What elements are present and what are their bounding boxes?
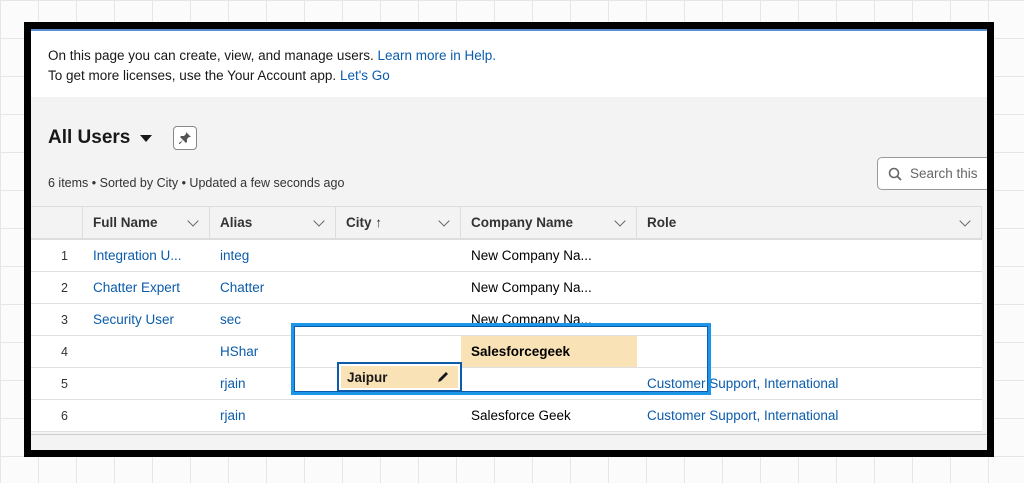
table-row: 1 Integration U... integ New Company Na... bbox=[31, 240, 982, 272]
full-name-cell[interactable] bbox=[83, 336, 210, 367]
alias-cell[interactable]: Chatter bbox=[210, 272, 336, 303]
alias-cell[interactable]: rjain bbox=[210, 400, 336, 431]
row-number: 6 bbox=[61, 408, 68, 423]
city-cell bbox=[336, 400, 461, 431]
column-header-alias[interactable]: Alias bbox=[210, 207, 336, 238]
pencil-icon[interactable] bbox=[436, 370, 450, 384]
role-cell[interactable] bbox=[637, 272, 982, 303]
info-banner: On this page you can create, view, and m… bbox=[31, 29, 987, 97]
list-view-title[interactable]: All Users bbox=[48, 127, 130, 149]
list-meta: 6 items • Sorted by City • Updated a few… bbox=[48, 176, 345, 190]
chevron-down-icon[interactable] bbox=[187, 214, 199, 227]
row-number: 4 bbox=[61, 344, 68, 359]
full-name-cell[interactable] bbox=[83, 400, 210, 431]
users-table: Full Name Alias City ↑ Company Name Role… bbox=[31, 206, 982, 432]
license-text: To get more licenses, use the Your Accou… bbox=[48, 68, 337, 83]
search-placeholder: Search this bbox=[910, 166, 978, 181]
table-footer bbox=[31, 434, 987, 450]
list-view-dropdown-icon[interactable] bbox=[140, 135, 152, 142]
row-number-header bbox=[31, 207, 83, 238]
chevron-down-icon[interactable] bbox=[313, 214, 325, 227]
column-header-full-name[interactable]: Full Name bbox=[83, 207, 210, 238]
city-value: Jaipur bbox=[347, 369, 388, 385]
role-cell[interactable]: Customer Support, International bbox=[637, 400, 982, 431]
column-header-role[interactable]: Role bbox=[637, 207, 982, 238]
search-icon bbox=[888, 167, 902, 181]
role-cell[interactable] bbox=[637, 240, 982, 271]
column-header-company-name[interactable]: Company Name bbox=[461, 207, 637, 238]
lets-go-link[interactable]: Let's Go bbox=[340, 68, 390, 83]
chevron-down-icon[interactable] bbox=[959, 214, 971, 227]
search-input[interactable]: Search this bbox=[877, 157, 987, 190]
pin-icon bbox=[179, 132, 191, 144]
city-cell bbox=[336, 272, 461, 303]
full-name-cell[interactable]: Security User bbox=[83, 304, 210, 335]
chevron-down-icon[interactable] bbox=[614, 214, 626, 227]
row-number: 1 bbox=[61, 248, 68, 263]
row-number: 2 bbox=[61, 280, 68, 295]
learn-more-link[interactable]: Learn more in Help. bbox=[377, 48, 496, 63]
chevron-down-icon[interactable] bbox=[438, 214, 450, 227]
row-number: 5 bbox=[61, 376, 68, 391]
city-edit-cell[interactable]: Jaipur bbox=[337, 362, 462, 392]
company-name-cell: New Company Na... bbox=[471, 248, 592, 263]
company-name-cell: New Company Na... bbox=[471, 280, 592, 295]
company-name-cell: Salesforce Geek bbox=[471, 408, 571, 423]
table-header: Full Name Alias City ↑ Company Name Role bbox=[31, 206, 982, 240]
info-text: On this page you can create, view, and m… bbox=[48, 48, 374, 63]
table-row: 2 Chatter Expert Chatter New Company Na... bbox=[31, 272, 982, 304]
full-name-cell[interactable]: Integration U... bbox=[83, 240, 210, 271]
row-number: 3 bbox=[61, 312, 68, 327]
table-row: 6 rjain Salesforce Geek Customer Support, I… bbox=[31, 400, 982, 432]
city-cell bbox=[336, 240, 461, 271]
column-header-city[interactable]: City ↑ bbox=[336, 207, 461, 238]
users-list-view: On this page you can create, view, and m… bbox=[24, 22, 994, 457]
pin-button[interactable] bbox=[173, 126, 197, 150]
full-name-cell[interactable] bbox=[83, 368, 210, 399]
full-name-cell[interactable]: Chatter Expert bbox=[83, 272, 210, 303]
alias-cell[interactable]: integ bbox=[210, 240, 336, 271]
